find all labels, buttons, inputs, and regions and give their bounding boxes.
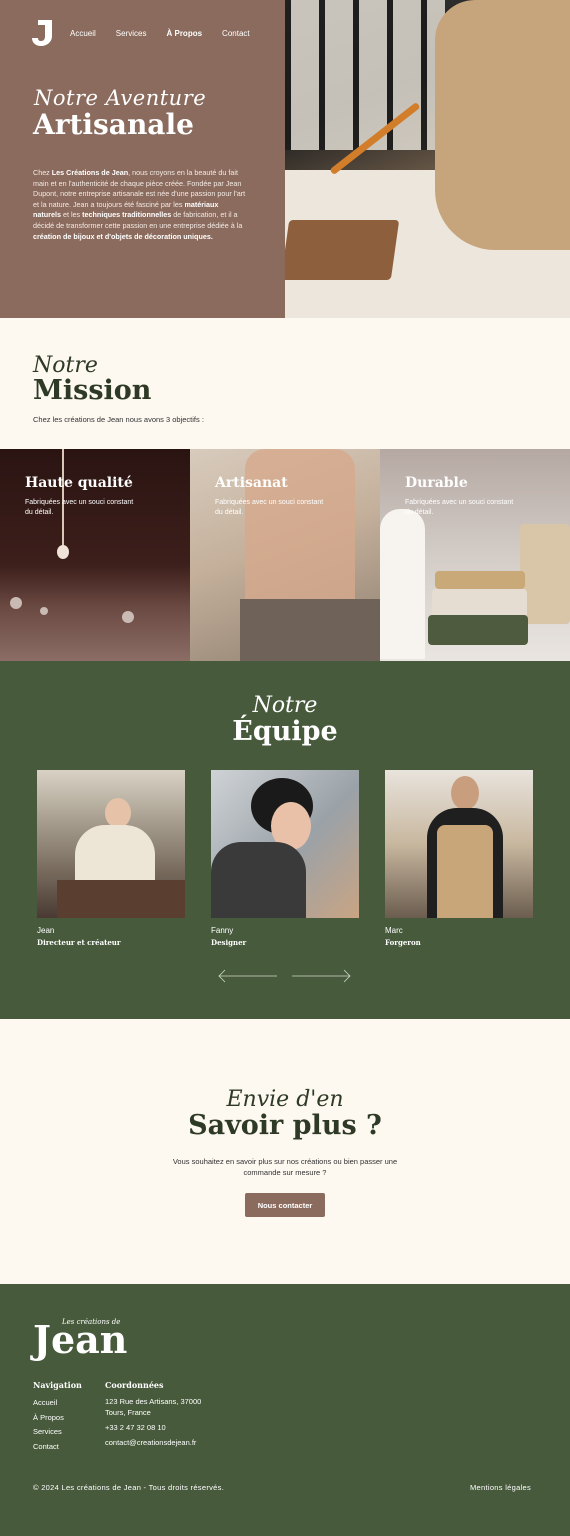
arrow-right-icon[interactable] [292,969,352,983]
cta-title: Savoir plus ? [188,1110,382,1141]
team-member-card: Jean Directeur et créateur [37,770,185,947]
mission-subtitle: Chez les créations de Jean nous avons 3 … [33,415,204,424]
objective-card-durable: Durable Fabriquées avec un souci constan… [380,449,570,661]
objective-text: Fabriquées avec un souci constant du dét… [25,499,134,516]
hero-paragraph: Chez Les Créations de Jean, nous croyons… [33,168,246,241]
hero-photo-artisan [285,0,570,318]
nav-link-services[interactable]: Services [116,29,147,38]
body-shape [211,842,306,918]
objective-card-quality: Haute qualité Fabriquées avec un souci c… [0,449,190,661]
hero-script-heading: Notre Aventure [34,86,207,110]
member-name: Marc [385,926,403,935]
apron-shape [437,825,493,918]
footer-link-services[interactable]: Services [33,1425,64,1440]
member-name: Fanny [211,926,234,935]
contact-button[interactable]: Nous contacter [245,1193,325,1217]
cta-section: Envie d'en Savoir plus ? Vous souhaitez … [0,1019,570,1284]
soap-shape [428,615,528,645]
member-role: Directeur et créateur [37,938,121,947]
hero-section: Accueil Services À Propos Contact Notre … [0,0,570,318]
photo-arm-shape [435,0,570,250]
member-photo [211,770,359,918]
footer-contact-title: Coordonnées [105,1380,164,1390]
brush-shape [435,571,525,589]
team-script-heading: Notre [252,693,318,718]
objective-title: Haute qualité [25,475,133,491]
workbench-shape [240,599,380,661]
member-photo [385,770,533,918]
member-name: Jean [37,926,55,935]
logo-j-icon[interactable] [32,20,52,46]
table-shape [57,880,185,918]
objective-title: Artisanat [215,475,288,491]
objective-card-craft: Artisanat Fabriquées avec un souci const… [190,449,380,661]
jewel-shape [40,607,48,615]
footer-address-line: 123 Rue des Artisans, 37000 [105,1397,202,1406]
vase-shape [380,509,425,659]
footer-link-contact[interactable]: Contact [33,1440,64,1455]
soap-shape [432,589,527,617]
team-title: Équipe [232,716,338,747]
objective-text: Fabriquées avec un souci constant du dét… [405,499,514,516]
objective-text: Fabriquées avec un souci constant du dét… [215,499,324,516]
nav-link-contact[interactable]: Contact [222,29,250,38]
hero-title: Artisanale [33,108,194,141]
team-member-card: Fanny Designer [211,770,359,947]
arrow-left-icon[interactable] [217,969,277,983]
footer-legal-link[interactable]: Mentions légales [470,1483,531,1492]
member-photo [37,770,185,918]
footer-nav-title: Navigation [33,1380,82,1390]
footer-contact-block: 123 Rue des Artisans, 37000 Tours, Franc… [105,1396,201,1448]
footer-address-line: Tours, France [105,1408,151,1417]
footer-link-accueil[interactable]: Accueil [33,1396,64,1411]
jar-shape [520,524,570,624]
head-shape [105,798,131,828]
footer-link-a-propos[interactable]: À Propos [33,1411,64,1426]
team-member-card: Marc Forgeron [385,770,533,947]
footer-email[interactable]: contact@creationsdejean.fr [105,1437,201,1448]
footer-copyright: © 2024 Les créations de Jean - Tous droi… [33,1483,225,1492]
mission-section: Notre Mission Chez les créations de Jean… [0,318,570,449]
footer-nav-list: Accueil À Propos Services Contact [33,1396,64,1454]
footer-logo-tagline: Les créations de [62,1318,121,1326]
cta-script-heading: Envie d'en [226,1087,344,1112]
nav-link-accueil[interactable]: Accueil [70,29,96,38]
cta-text: Vous souhaitez en savoir plus sur nos cr… [172,1157,398,1177]
head-shape [451,776,479,810]
nav-link-a-propos[interactable]: À Propos [166,29,202,38]
team-section: Notre Équipe Jean Directeur et créateur … [0,661,570,1019]
hero-text-panel: Accueil Services À Propos Contact Notre … [0,0,285,318]
objectives-section: Haute qualité Fabriquées avec un souci c… [0,449,570,661]
objective-title: Durable [405,475,468,491]
member-role: Forgeron [385,938,421,947]
jewel-shape [122,611,134,623]
main-nav: Accueil Services À Propos Contact [70,29,250,38]
footer-phone[interactable]: +33 2 47 32 08 10 [105,1422,201,1433]
photo-wood-block-shape [285,220,400,280]
photo-window-shape [285,0,445,150]
pendant-bead-shape [57,545,69,559]
jewel-shape [10,597,22,609]
member-role: Designer [211,938,247,947]
footer: Jean Les créations de Navigation Accueil… [0,1284,570,1536]
mission-title: Mission [33,375,152,406]
